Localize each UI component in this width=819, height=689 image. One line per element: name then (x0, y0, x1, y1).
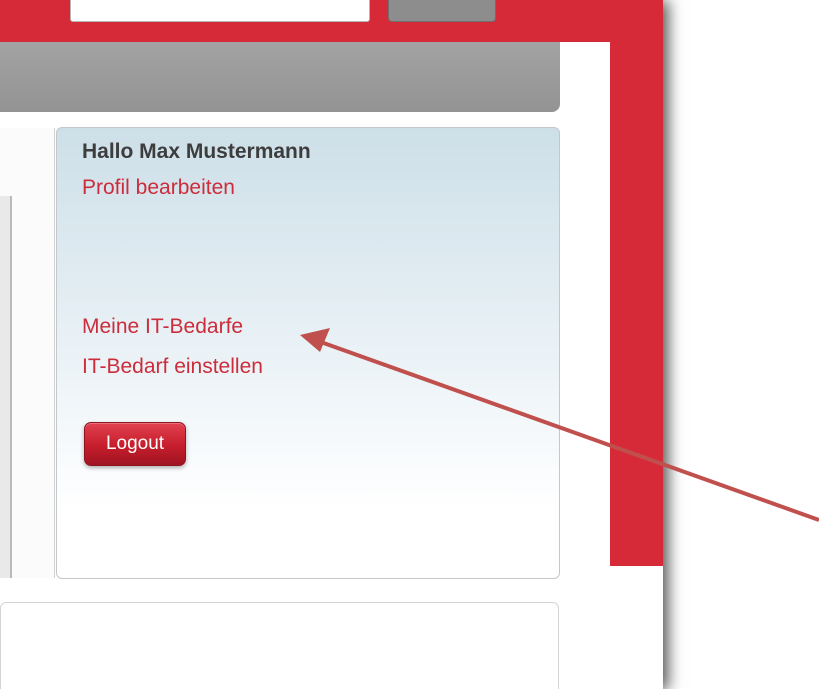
sidebar-accent (610, 0, 663, 566)
content-divider (0, 196, 12, 578)
search-input[interactable] (70, 0, 370, 22)
annotated-screenshot: Hallo Max Mustermann Profil bearbeiten M… (0, 0, 819, 689)
website-screenshot: Hallo Max Mustermann Profil bearbeiten M… (0, 0, 663, 689)
edit-profile-link[interactable]: Profil bearbeiten (82, 176, 235, 200)
user-account-box: Hallo Max Mustermann Profil bearbeiten M… (56, 127, 560, 579)
logout-button[interactable]: Logout (84, 422, 186, 466)
search-button[interactable] (388, 0, 496, 22)
my-it-needs-link[interactable]: Meine IT-Bedarfe (82, 315, 243, 339)
user-greeting: Hallo Max Mustermann (82, 140, 311, 163)
navigation-bar (0, 42, 560, 112)
post-it-need-link[interactable]: IT-Bedarf einstellen (82, 355, 263, 379)
bottom-panel (0, 602, 559, 689)
